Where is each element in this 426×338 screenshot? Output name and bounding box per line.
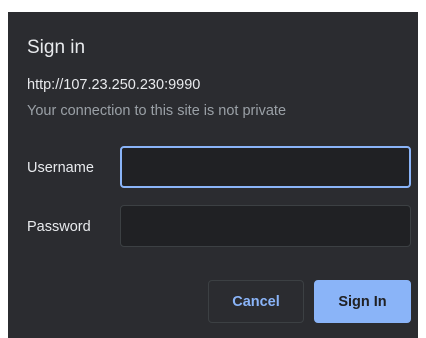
password-field[interactable] — [120, 205, 411, 247]
sign-in-button[interactable]: Sign In — [314, 280, 411, 323]
username-field[interactable] — [120, 146, 411, 188]
privacy-warning: Your connection to this site is not priv… — [27, 103, 287, 119]
sign-in-dialog: Sign in http://107.23.250.230:9990 Your … — [8, 12, 418, 338]
username-label: Username — [27, 160, 94, 176]
dialog-title: Sign in — [27, 37, 86, 58]
cancel-button[interactable]: Cancel — [208, 280, 304, 323]
site-url: http://107.23.250.230:9990 — [27, 77, 201, 93]
password-label: Password — [27, 219, 91, 235]
